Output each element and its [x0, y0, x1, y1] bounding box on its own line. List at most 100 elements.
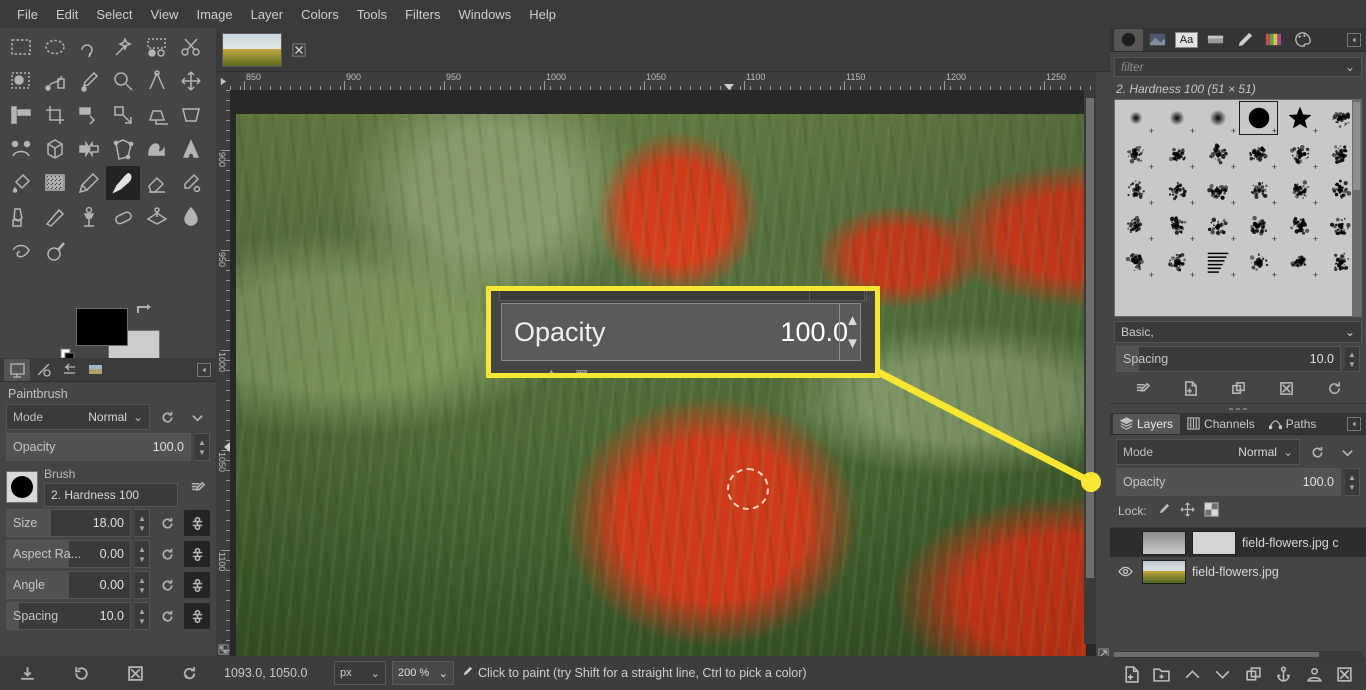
- handle-transform-icon[interactable]: [38, 132, 72, 166]
- mypaint-brush-icon[interactable]: [38, 200, 72, 234]
- brushes-tab[interactable]: [1114, 28, 1143, 51]
- brush-cell[interactable]: +: [1156, 244, 1197, 280]
- clone-icon[interactable]: [72, 200, 106, 234]
- slider-stepper[interactable]: ▲ ▼: [135, 602, 150, 630]
- colors-tab[interactable]: [1288, 29, 1317, 51]
- paintbrush-icon[interactable]: [106, 166, 140, 200]
- perspective-clone-icon[interactable]: [140, 200, 174, 234]
- fonts-tab[interactable]: Aa: [1172, 29, 1201, 51]
- brush-cell[interactable]: +: [1279, 136, 1320, 172]
- tab-paths[interactable]: Paths: [1262, 414, 1324, 434]
- layer-visibility-icon[interactable]: [1114, 562, 1136, 582]
- layer-mode-select[interactable]: Mode Normal ⌄: [1116, 439, 1300, 465]
- paths-icon[interactable]: [38, 64, 72, 98]
- pencil-icon[interactable]: [72, 166, 106, 200]
- chevron-down-icon[interactable]: ⌄: [1345, 60, 1355, 74]
- brush-cell[interactable]: +: [1156, 208, 1197, 244]
- image-tab-field-flowers[interactable]: [222, 32, 282, 67]
- unified-transform-icon[interactable]: [4, 132, 38, 166]
- lock-pixels-button[interactable]: [1156, 502, 1171, 520]
- duplicate-brush-button[interactable]: [1225, 376, 1251, 402]
- rect-select-icon[interactable]: [4, 30, 38, 64]
- foreground-select-icon[interactable]: [4, 64, 38, 98]
- brush-cell[interactable]: +: [1238, 208, 1279, 244]
- zoom-select[interactable]: 200 % ⌄: [392, 661, 454, 685]
- menu-item-select[interactable]: Select: [87, 3, 141, 26]
- new-layer-group-button[interactable]: [1149, 661, 1175, 687]
- slider-aspectra[interactable]: Aspect Ra... 0.00: [6, 540, 131, 568]
- menu-item-file[interactable]: File: [8, 3, 47, 26]
- edit-brush-button[interactable]: [1129, 376, 1155, 402]
- dodge-burn-icon[interactable]: [38, 234, 72, 268]
- brush-cell[interactable]: +: [1156, 172, 1197, 208]
- brush-cell[interactable]: +: [1115, 136, 1156, 172]
- move-icon[interactable]: [174, 64, 208, 98]
- images-tab[interactable]: [82, 359, 108, 381]
- brush-tag-select[interactable]: Basic, ⌄: [1114, 321, 1362, 343]
- dynamics-link-icon[interactable]: [184, 603, 210, 629]
- slider-angle[interactable]: Angle 0.00: [6, 571, 131, 599]
- reset-icon[interactable]: [154, 603, 180, 629]
- layer-opacity-stepper[interactable]: ▲ ▼: [1345, 468, 1360, 496]
- add-mask-button[interactable]: [1301, 661, 1327, 687]
- slider-size[interactable]: Size 18.00: [6, 509, 131, 537]
- save-tool-preset-button[interactable]: [14, 660, 40, 686]
- text-icon[interactable]: [174, 132, 208, 166]
- cage-transform-icon[interactable]: [106, 132, 140, 166]
- warp-transform-icon[interactable]: [140, 132, 174, 166]
- brush-cell[interactable]: +: [1156, 136, 1197, 172]
- lock-position-button[interactable]: [1180, 502, 1195, 520]
- color-picker-icon[interactable]: [72, 64, 106, 98]
- dynamics-link-icon[interactable]: [184, 572, 210, 598]
- ellipse-select-icon[interactable]: [38, 30, 72, 64]
- rotate-icon[interactable]: [72, 98, 106, 132]
- tool-opacity-slider[interactable]: Opacity 100.0: [6, 433, 191, 461]
- brush-cell[interactable]: +: [1197, 100, 1238, 136]
- callout-opacity-stepper[interactable]: ▲ ▼: [839, 303, 865, 361]
- refresh-brushes-button[interactable]: [1321, 376, 1347, 402]
- lock-alpha-button[interactable]: [1204, 502, 1219, 520]
- menu-item-help[interactable]: Help: [520, 3, 565, 26]
- smudge-icon[interactable]: [4, 234, 38, 268]
- duplicate-layer-button[interactable]: [1240, 661, 1266, 687]
- brush-cell[interactable]: +: [1279, 100, 1320, 136]
- free-select-icon[interactable]: [72, 30, 106, 64]
- brush-cell[interactable]: +: [1197, 244, 1238, 280]
- close-icon[interactable]: [290, 41, 308, 59]
- lower-layer-button[interactable]: [1210, 661, 1236, 687]
- brush-cell[interactable]: +: [1238, 100, 1279, 136]
- layer-mask-thumbnail[interactable]: [1192, 530, 1236, 555]
- perspective-icon[interactable]: [174, 98, 208, 132]
- brush-cell[interactable]: +: [1238, 136, 1279, 172]
- gradients-tab[interactable]: [1201, 29, 1230, 51]
- brush-cell[interactable]: +: [1115, 100, 1156, 136]
- brush-cell[interactable]: +: [1197, 208, 1238, 244]
- gradient-icon[interactable]: [38, 166, 72, 200]
- brush-cell[interactable]: +: [1238, 244, 1279, 280]
- restore-tool-preset-button[interactable]: [68, 660, 94, 686]
- scissors-select-icon[interactable]: [174, 30, 208, 64]
- eraser-icon[interactable]: [140, 166, 174, 200]
- ruler-origin-button[interactable]: [216, 72, 230, 90]
- quick-mask-icon[interactable]: [216, 642, 230, 656]
- patterns-tab[interactable]: [1143, 29, 1172, 51]
- dock-resize-grip[interactable]: [1110, 404, 1366, 413]
- brush-cell[interactable]: +: [1197, 172, 1238, 208]
- menu-item-edit[interactable]: Edit: [47, 3, 87, 26]
- select-by-color-icon[interactable]: [140, 30, 174, 64]
- dock-menu-icon[interactable]: [1347, 32, 1361, 47]
- dynamics-link-icon[interactable]: [184, 510, 210, 536]
- reset-tool-options-button[interactable]: [176, 660, 202, 686]
- scale-icon[interactable]: [106, 98, 140, 132]
- layer-mode-reset-button[interactable]: [1304, 439, 1330, 465]
- layer-mode-menu-button[interactable]: [1334, 439, 1360, 465]
- tab-layers[interactable]: Layers: [1113, 413, 1181, 434]
- brush-cell[interactable]: +: [1279, 208, 1320, 244]
- layer-row[interactable]: field-flowers.jpg c: [1110, 528, 1366, 557]
- callout-opacity-slider[interactable]: Opacity 100.0: [501, 303, 861, 361]
- brush-cell[interactable]: +: [1279, 244, 1320, 280]
- new-layer-button[interactable]: [1118, 661, 1144, 687]
- heal-icon[interactable]: [106, 200, 140, 234]
- menu-item-image[interactable]: Image: [187, 3, 241, 26]
- delete-tool-preset-button[interactable]: [122, 660, 148, 686]
